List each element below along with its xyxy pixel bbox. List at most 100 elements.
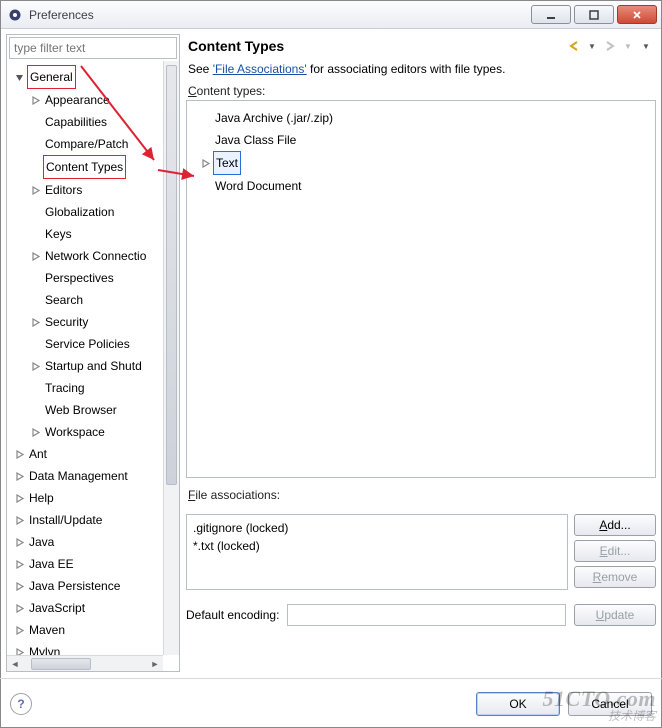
tree-item[interactable]: Data Management — [9, 465, 179, 487]
tree-item[interactable]: Install/Update — [9, 509, 179, 531]
window-maximize-button[interactable] — [574, 5, 614, 24]
file-association-item[interactable]: .gitignore (locked) — [193, 519, 561, 537]
expander-icon[interactable] — [29, 184, 41, 196]
content-type-item[interactable]: Text — [191, 151, 651, 175]
content-types-label: Content types: — [186, 84, 656, 100]
tree-item-label: Network Connectio — [43, 245, 148, 267]
tree-item[interactable]: Java — [9, 531, 179, 553]
tree-item[interactable]: General — [9, 65, 179, 89]
file-association-item[interactable]: *.txt (locked) — [193, 537, 561, 555]
tree-item[interactable]: Content Types — [9, 155, 179, 179]
tree-item[interactable]: Java EE — [9, 553, 179, 575]
expander-icon[interactable] — [13, 624, 25, 636]
expander-icon[interactable] — [13, 580, 25, 592]
expander-icon[interactable] — [29, 360, 41, 372]
nav-view-menu-icon[interactable]: ▼ — [638, 38, 654, 54]
tree-item[interactable]: Tracing — [9, 377, 179, 399]
tree-vertical-scrollbar[interactable] — [163, 61, 179, 655]
header-nav: ▼ ▼ ▼ — [566, 38, 654, 54]
tree-item[interactable]: Service Policies — [9, 333, 179, 355]
nav-forward-menu-icon[interactable]: ▼ — [620, 38, 636, 54]
expander-icon[interactable] — [13, 536, 25, 548]
tree-item-label: Workspace — [43, 421, 107, 443]
tree-item[interactable]: Java Persistence — [9, 575, 179, 597]
content-type-label: Java Class File — [213, 129, 298, 151]
tree-item[interactable]: Help — [9, 487, 179, 509]
content-type-label: Word Document — [213, 175, 303, 197]
content-type-item[interactable]: Java Class File — [191, 129, 651, 151]
page-title: Content Types — [188, 38, 566, 54]
tree-item-label: Web Browser — [43, 399, 119, 421]
tree-item-label: General — [27, 65, 76, 89]
content-types-list[interactable]: Java Archive (.jar/.zip)Java Class FileT… — [186, 100, 656, 478]
tree-item[interactable]: Perspectives — [9, 267, 179, 289]
tree-item-label: Perspectives — [43, 267, 116, 289]
content-type-item[interactable]: Word Document — [191, 175, 651, 197]
tree-item-label: Tracing — [43, 377, 87, 399]
expander-icon[interactable] — [13, 514, 25, 526]
tree-item[interactable]: Ant — [9, 443, 179, 465]
tree-item-label: Data Management — [27, 465, 130, 487]
tree-item[interactable]: Globalization — [9, 201, 179, 223]
expander-icon[interactable] — [29, 316, 41, 328]
remove-button[interactable]: Remove — [574, 566, 656, 588]
tree-item-label: Editors — [43, 179, 84, 201]
expander-icon[interactable] — [13, 558, 25, 570]
file-associations-link[interactable]: 'File Associations' — [213, 62, 307, 76]
update-button[interactable]: Update — [574, 604, 656, 626]
expander-icon[interactable] — [13, 492, 25, 504]
tree-item[interactable]: Startup and Shutd — [9, 355, 179, 377]
window-title: Preferences — [29, 8, 528, 22]
expander-icon[interactable] — [13, 71, 25, 83]
nav-forward-icon[interactable] — [602, 38, 618, 54]
help-button[interactable]: ? — [10, 693, 32, 715]
expander-icon[interactable] — [13, 470, 25, 482]
tree-item[interactable]: Keys — [9, 223, 179, 245]
file-associations-label: File associations: — [186, 488, 656, 504]
edit-button[interactable]: Edit... — [574, 540, 656, 562]
window-close-button[interactable] — [617, 5, 657, 24]
tree-item-label: Content Types — [43, 155, 126, 179]
tree-item[interactable]: Search — [9, 289, 179, 311]
tree-item[interactable]: Web Browser — [9, 399, 179, 421]
filter-input[interactable] — [9, 37, 177, 59]
window-minimize-button[interactable] — [531, 5, 571, 24]
expander-icon[interactable] — [29, 94, 41, 106]
sidebar: GeneralAppearanceCapabilitiesCompare/Pat… — [6, 34, 180, 672]
tree-horizontal-scrollbar[interactable]: ◄ ► — [7, 655, 163, 671]
tree-item-label: JavaScript — [27, 597, 87, 619]
tree-item-label: Capabilities — [43, 111, 109, 133]
file-associations-list[interactable]: .gitignore (locked)*.txt (locked) — [186, 514, 568, 590]
expander-icon[interactable] — [13, 448, 25, 460]
tree-item-label: Maven — [27, 619, 67, 641]
tree-item[interactable]: Appearance — [9, 89, 179, 111]
expander-icon[interactable] — [13, 602, 25, 614]
expander-icon[interactable] — [199, 157, 211, 169]
tree-item-label: Startup and Shutd — [43, 355, 144, 377]
tree-item[interactable]: Workspace — [9, 421, 179, 443]
content-type-label: Java Archive (.jar/.zip) — [213, 107, 335, 129]
tree-item[interactable]: Security — [9, 311, 179, 333]
content-type-label: Text — [213, 151, 241, 175]
content-type-item[interactable]: Java Archive (.jar/.zip) — [191, 107, 651, 129]
tree-item-label: Service Policies — [43, 333, 132, 355]
tree-item[interactable]: Compare/Patch — [9, 133, 179, 155]
expander-icon[interactable] — [29, 250, 41, 262]
preferences-tree[interactable]: GeneralAppearanceCapabilitiesCompare/Pat… — [7, 61, 179, 671]
tree-item[interactable]: Maven — [9, 619, 179, 641]
tree-item-label: Appearance — [43, 89, 112, 111]
tree-item[interactable]: Capabilities — [9, 111, 179, 133]
add-button[interactable]: Add... — [574, 514, 656, 536]
expander-icon[interactable] — [29, 426, 41, 438]
tree-item-label: Help — [27, 487, 56, 509]
default-encoding-input[interactable] — [287, 604, 566, 626]
tree-item-label: Security — [43, 311, 90, 333]
tree-item[interactable]: JavaScript — [9, 597, 179, 619]
nav-back-icon[interactable] — [566, 38, 582, 54]
tree-item-label: Globalization — [43, 201, 116, 223]
titlebar: Preferences — [1, 1, 661, 29]
nav-back-menu-icon[interactable]: ▼ — [584, 38, 600, 54]
tree-item-label: Java Persistence — [27, 575, 122, 597]
tree-item[interactable]: Network Connectio — [9, 245, 179, 267]
tree-item[interactable]: Editors — [9, 179, 179, 201]
